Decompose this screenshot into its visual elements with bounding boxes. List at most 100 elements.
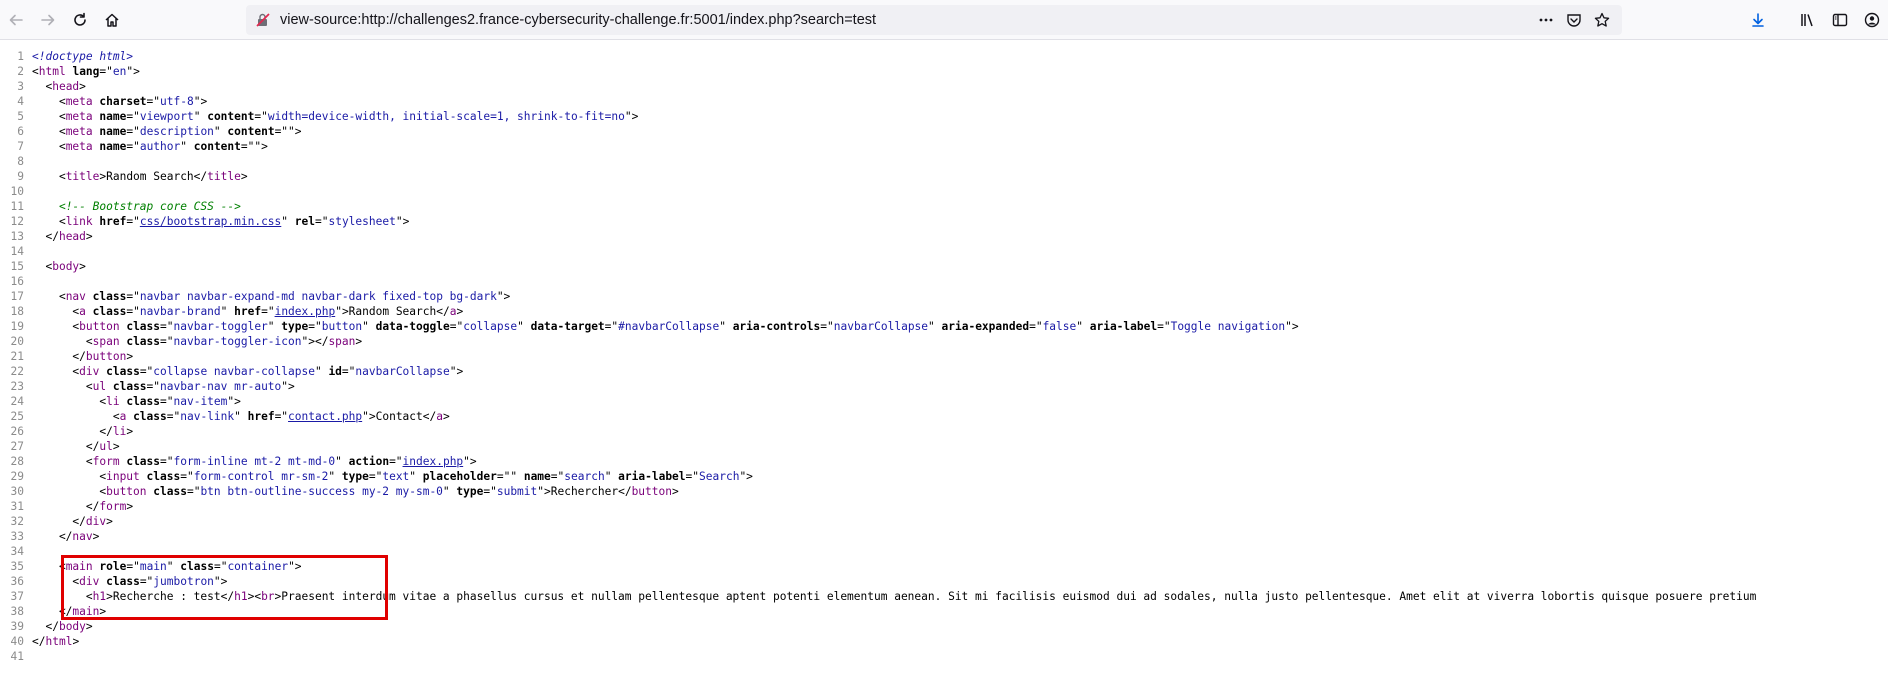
source-line: 21 </button> [0, 349, 1888, 364]
line-number: 15 [10, 260, 24, 273]
star-icon[interactable] [1588, 8, 1616, 32]
line-number: 36 [10, 575, 24, 588]
line-number: 19 [10, 320, 24, 333]
reload-icon [74, 12, 86, 26]
source-code: </body> [32, 620, 93, 633]
url-bar[interactable]: view-source:http://challenges2.france-cy… [246, 5, 1622, 35]
source-code: <button class="btn btn-outline-success m… [32, 485, 679, 498]
source-line: 23 <ul class="navbar-nav mr-auto"> [0, 379, 1888, 394]
site-info-icon[interactable] [252, 9, 274, 31]
line-number: 28 [10, 455, 24, 468]
url-text[interactable]: view-source:http://challenges2.france-cy… [280, 12, 1532, 28]
line-number: 3 [17, 80, 24, 93]
source-code: <a class="nav-link" href="contact.php">C… [32, 410, 450, 423]
line-number: 16 [10, 275, 24, 288]
reload-button[interactable] [66, 6, 94, 34]
source-code: <h1>Recherche : test</h1><br>Praesent in… [32, 590, 1757, 603]
source-line: 35 <main role="main" class="container"> [0, 559, 1888, 574]
line-number: 25 [10, 410, 24, 423]
source-code: </div> [32, 515, 113, 528]
source-code: </form> [32, 500, 134, 513]
line-number: 4 [17, 95, 24, 108]
source-line: 2 <html lang="en"> [0, 64, 1888, 79]
line-number: 5 [17, 110, 24, 123]
line-number: 39 [10, 620, 24, 633]
line-number: 13 [10, 230, 24, 243]
source-line: 31 </form> [0, 499, 1888, 514]
more-icon[interactable] [1532, 8, 1560, 32]
source-line: 6 <meta name="description" content=""> [0, 124, 1888, 139]
line-number: 11 [10, 200, 24, 213]
source-code: <body> [32, 260, 86, 273]
source-line: 15 <body> [0, 259, 1888, 274]
line-number: 17 [10, 290, 24, 303]
home-icon [105, 13, 119, 27]
line-number: 9 [17, 170, 24, 183]
source-code: </button> [32, 350, 134, 363]
line-number: 18 [10, 305, 24, 318]
line-number: 34 [10, 545, 24, 558]
line-number: 40 [10, 635, 24, 648]
line-number: 27 [10, 440, 24, 453]
source-line: 3 <head> [0, 79, 1888, 94]
line-number: 6 [17, 125, 24, 138]
back-button[interactable] [2, 6, 30, 34]
line-number: 23 [10, 380, 24, 393]
line-number: 29 [10, 470, 24, 483]
line-number: 24 [10, 395, 24, 408]
sidebar-icon[interactable] [1824, 6, 1856, 34]
source-line: 25 <a class="nav-link" href="contact.php… [0, 409, 1888, 424]
source-code: <span class="navbar-toggler-icon"></span… [32, 335, 363, 348]
source-line: 32 </div> [0, 514, 1888, 529]
forward-button[interactable] [34, 6, 62, 34]
source-line: 26 </li> [0, 424, 1888, 439]
line-number: 38 [10, 605, 24, 618]
line-number: 2 [17, 65, 24, 78]
source-line: 20 <span class="navbar-toggler-icon"></s… [0, 334, 1888, 349]
source-line: 18 <a class="navbar-brand" href="index.p… [0, 304, 1888, 319]
source-code: <button class="navbar-toggler" type="but… [32, 320, 1299, 333]
line-number: 41 [10, 650, 24, 663]
source-line: 17 <nav class="navbar navbar-expand-md n… [0, 289, 1888, 304]
source-code: <div class="jumbotron"> [32, 575, 228, 588]
source-line: 41 [0, 649, 1888, 664]
line-number: 7 [17, 140, 24, 153]
account-icon[interactable] [1856, 6, 1888, 34]
source-code: <meta name="viewport" content="width=dev… [32, 110, 639, 123]
library-icon[interactable] [1792, 6, 1824, 34]
line-number: 30 [10, 485, 24, 498]
source-code: <nav class="navbar navbar-expand-md navb… [32, 290, 511, 303]
line-number: 14 [10, 245, 24, 258]
source-code: </head> [32, 230, 93, 243]
source-line: 34 [0, 544, 1888, 559]
pocket-icon[interactable] [1560, 8, 1588, 32]
line-number: 37 [10, 590, 24, 603]
source-line: 14 [0, 244, 1888, 259]
source-line: 5 <meta name="viewport" content="width=d… [0, 109, 1888, 124]
download-icon[interactable] [1742, 6, 1774, 34]
source-code: <form class="form-inline mt-2 mt-md-0" a… [32, 455, 477, 468]
source-line: 19 <button class="navbar-toggler" type="… [0, 319, 1888, 334]
source-code: <meta name="description" content=""> [32, 125, 302, 138]
source-line: 40 </html> [0, 634, 1888, 649]
view-source-content: 1 <!doctype html> 2 <html lang="en"> 3 <head… [0, 49, 1888, 664]
source-code: <a class="navbar-brand" href="index.php"… [32, 305, 464, 318]
line-number: 1 [17, 50, 24, 63]
source-code: <title>Random Search</title> [32, 170, 248, 183]
source-code: </main> [32, 605, 107, 618]
source-code: <div class="collapse navbar-collapse" id… [32, 365, 464, 378]
source-line: 7 <meta name="author" content=""> [0, 139, 1888, 154]
line-number: 10 [10, 185, 24, 198]
source-code: </nav> [32, 530, 100, 543]
back-arrow-icon [9, 14, 23, 26]
source-line: 24 <li class="nav-item"> [0, 394, 1888, 409]
home-button[interactable] [98, 6, 126, 34]
source-code: </html> [32, 635, 80, 648]
source-line: 9 <title>Random Search</title> [0, 169, 1888, 184]
source-line: 10 [0, 184, 1888, 199]
source-line: 30 <button class="btn btn-outline-succes… [0, 484, 1888, 499]
source-line: 4 <meta charset="utf-8"> [0, 94, 1888, 109]
source-line: 29 <input class="form-control mr-sm-2" t… [0, 469, 1888, 484]
source-code: <li class="nav-item"> [32, 395, 241, 408]
line-number: 12 [10, 215, 24, 228]
